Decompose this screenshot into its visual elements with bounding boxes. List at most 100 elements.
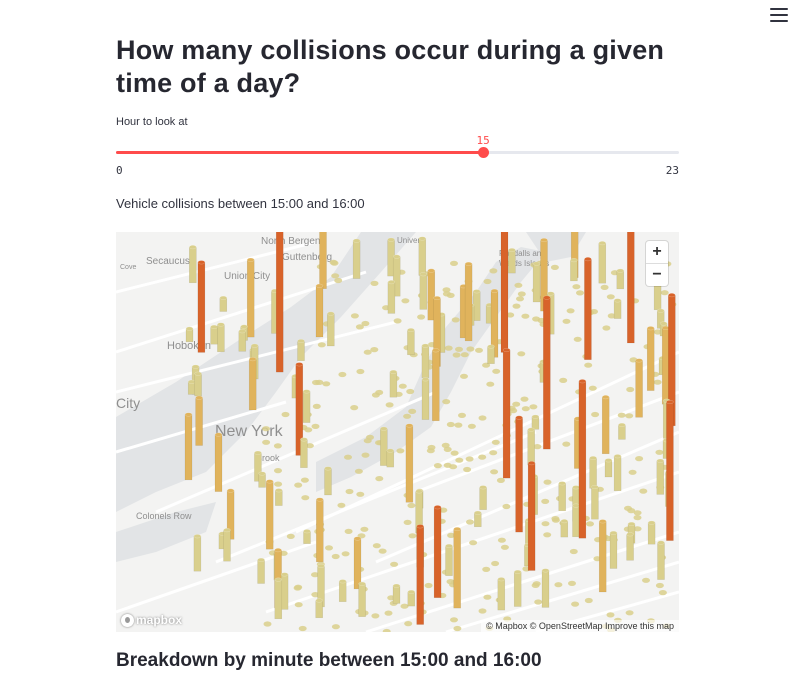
hexagon-cell bbox=[483, 594, 492, 600]
hexagon-cell bbox=[407, 502, 416, 509]
column-top bbox=[297, 338, 305, 344]
hexagon-cell bbox=[337, 502, 346, 508]
collision-column bbox=[646, 327, 655, 391]
hexagon-cell bbox=[460, 373, 468, 379]
hexagon-cell bbox=[406, 388, 415, 395]
column-top bbox=[324, 466, 332, 471]
hexagon-cell bbox=[576, 290, 584, 296]
hexagon-cell bbox=[551, 516, 560, 522]
column-top bbox=[578, 379, 587, 384]
collision-column bbox=[433, 506, 442, 598]
hexagon-cell bbox=[390, 561, 399, 567]
column-top bbox=[407, 327, 415, 333]
column-top bbox=[421, 343, 430, 348]
mapbox-logo[interactable]: mapbox bbox=[121, 613, 182, 627]
hexagon-cell bbox=[521, 406, 530, 412]
column-top bbox=[254, 450, 262, 455]
hexagon-cell bbox=[452, 352, 461, 358]
zoom-in-button[interactable]: + bbox=[646, 241, 668, 263]
column-top bbox=[302, 389, 311, 394]
column-top bbox=[386, 448, 395, 453]
collision-column bbox=[223, 529, 231, 562]
hexagon-cell bbox=[571, 601, 580, 607]
column-top bbox=[258, 471, 266, 476]
hexagon-cell bbox=[401, 298, 410, 304]
column-top bbox=[415, 489, 423, 494]
hexagon-cell bbox=[315, 379, 324, 385]
collision-column bbox=[358, 583, 366, 617]
hexagon-cell bbox=[543, 479, 552, 485]
hour-slider[interactable]: 15 0 23 bbox=[116, 134, 679, 177]
collision-column bbox=[419, 273, 428, 310]
map-attribution[interactable]: © Mapbox © OpenStreetMap Improve this ma… bbox=[481, 620, 679, 632]
column-top bbox=[338, 579, 347, 584]
hexagon-cell bbox=[398, 383, 407, 389]
hexagon-cell bbox=[344, 528, 353, 534]
hexagon-cell bbox=[572, 284, 581, 290]
place-label: New York bbox=[215, 423, 284, 440]
hexagon-cell bbox=[363, 438, 372, 444]
zoom-out-button[interactable]: − bbox=[646, 264, 668, 286]
collision-column bbox=[352, 240, 361, 279]
collision-column bbox=[532, 263, 541, 303]
hexagon-cell bbox=[600, 284, 609, 290]
column-top bbox=[419, 272, 428, 277]
hexagon-cell bbox=[466, 346, 475, 352]
hexagon-cell bbox=[354, 468, 363, 474]
collision-column bbox=[635, 360, 643, 418]
hexagon-cell bbox=[516, 296, 524, 302]
hexagon-cell bbox=[517, 291, 526, 297]
collision-column bbox=[497, 578, 506, 611]
column-top bbox=[558, 481, 566, 486]
hexagon-cell bbox=[517, 351, 526, 357]
hexagon-cell bbox=[562, 318, 571, 324]
slider-thumb[interactable] bbox=[478, 147, 490, 158]
hexagon-cell bbox=[543, 532, 552, 538]
hexagon-cell bbox=[427, 444, 436, 451]
collision-column bbox=[479, 487, 487, 510]
collision-column bbox=[274, 579, 283, 620]
collision-column bbox=[647, 522, 656, 545]
map-canvas[interactable]: North Bergen Guttenberg Secaucus Cove Un… bbox=[116, 232, 679, 632]
hexagon-cell bbox=[482, 566, 491, 572]
column-top bbox=[187, 379, 196, 384]
collision-column bbox=[527, 429, 535, 466]
column-top bbox=[445, 543, 453, 548]
hexagon-cell bbox=[442, 291, 451, 297]
column-top bbox=[217, 322, 225, 327]
hexagon-cell bbox=[370, 280, 379, 286]
collision-column bbox=[453, 528, 461, 609]
collision-column bbox=[316, 499, 324, 563]
hexagon-cell bbox=[400, 603, 409, 609]
collision-column bbox=[302, 391, 311, 423]
column-top bbox=[598, 519, 607, 524]
column-top bbox=[327, 311, 335, 316]
hexagon-cell bbox=[639, 488, 648, 494]
hexagon-cell bbox=[341, 551, 350, 557]
column-top bbox=[387, 280, 396, 285]
hexagon-cell bbox=[490, 469, 499, 475]
column-top bbox=[210, 324, 218, 329]
hamburger-menu-icon[interactable] bbox=[770, 8, 788, 22]
hexagon-cell bbox=[455, 457, 464, 463]
hexagon-cell bbox=[293, 585, 302, 591]
collision-column bbox=[238, 330, 247, 352]
hexagon-cell bbox=[262, 426, 270, 432]
hexagon-cell bbox=[541, 521, 550, 527]
hexagon-cell bbox=[294, 482, 303, 488]
collision-column bbox=[327, 313, 335, 347]
hexagon-cell bbox=[591, 411, 600, 418]
slider-value: 15 bbox=[476, 134, 490, 147]
hexagon-cell bbox=[322, 381, 331, 387]
hexagon-cell bbox=[478, 415, 487, 421]
hexagon-cell bbox=[566, 308, 575, 314]
hexagon-cell bbox=[655, 582, 664, 589]
hexagon-cell bbox=[550, 264, 559, 270]
hexagon-cell bbox=[478, 454, 487, 460]
hexagon-cell bbox=[317, 342, 326, 348]
column-top bbox=[316, 497, 324, 502]
column-top bbox=[527, 461, 536, 466]
collision-column bbox=[319, 232, 327, 289]
hexagon-cell bbox=[384, 610, 393, 616]
collision-map[interactable]: North Bergen Guttenberg Secaucus Cove Un… bbox=[116, 232, 679, 632]
